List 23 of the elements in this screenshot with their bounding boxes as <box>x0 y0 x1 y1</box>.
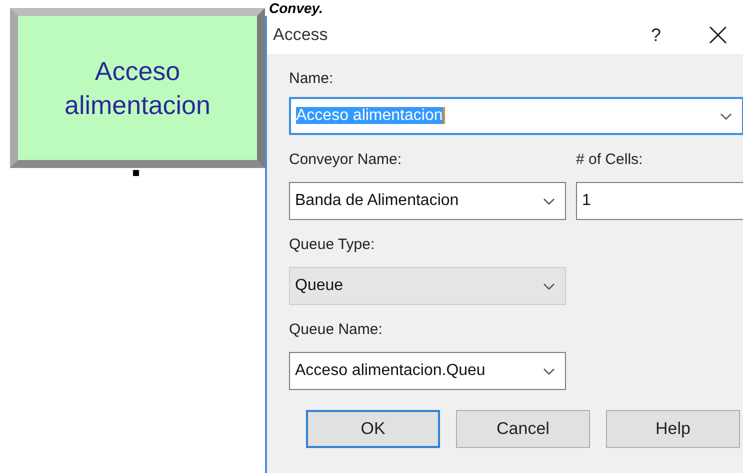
dropdown-field[interactable]: Acceso alimentacion.Queu <box>289 352 566 390</box>
chevron-down-icon <box>543 368 555 374</box>
chevron-down-icon <box>720 112 732 120</box>
chevron-down-icon <box>543 198 555 204</box>
dropdown-field[interactable]: Banda de Alimentacion <box>289 182 566 220</box>
field-label: Conveyor Name: <box>289 151 403 169</box>
help-button[interactable]: ? <box>636 22 676 48</box>
module-block[interactable]: Acceso alimentacion <box>10 8 265 168</box>
window-title: Access <box>273 24 329 46</box>
connection-point-icon <box>133 170 139 176</box>
field-label: Name: <box>289 70 334 88</box>
dialog-button[interactable]: Cancel <box>456 410 590 448</box>
close-icon <box>709 26 727 44</box>
field-label: Queue Name: <box>289 321 384 339</box>
chevron-down-icon <box>543 282 555 290</box>
dialog-button[interactable]: Help <box>606 410 740 448</box>
dialog-button[interactable]: OK <box>306 410 440 448</box>
module-label: Acceso alimentacion <box>64 55 212 122</box>
caption-text: Convey. <box>269 0 323 16</box>
input-field[interactable]: 1 <box>576 182 743 220</box>
field-label: Queue Type: <box>289 236 376 254</box>
dropdown-field[interactable]: Queue <box>289 267 566 305</box>
field-label: # of Cells: <box>576 151 644 169</box>
